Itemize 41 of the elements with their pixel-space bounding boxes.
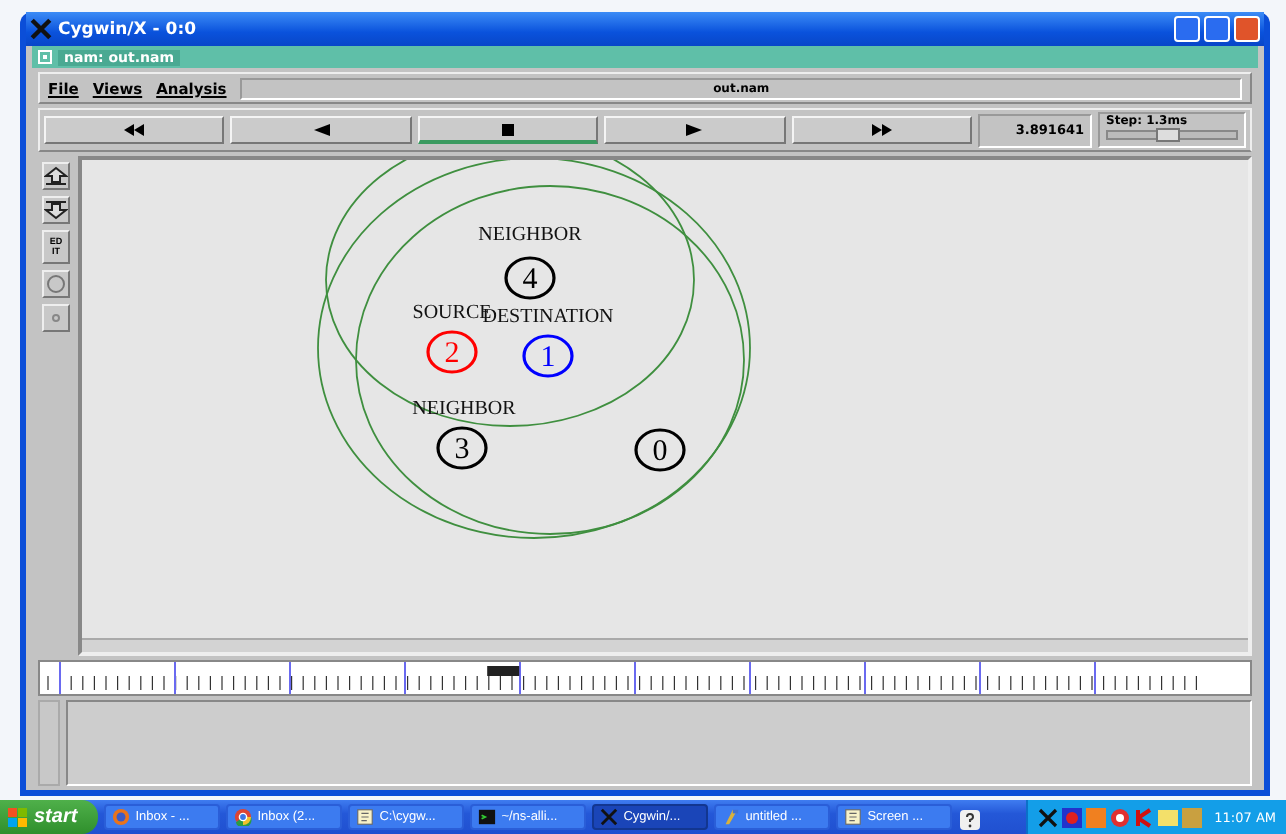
- play-icon: [684, 124, 705, 136]
- close-button[interactable]: [1234, 16, 1260, 42]
- fast-forward-button[interactable]: [791, 116, 973, 144]
- network-node[interactable]: 3: [436, 426, 488, 470]
- x-logo-icon: [599, 808, 618, 826]
- network-node[interactable]: 0: [634, 428, 686, 472]
- minimize-button[interactable]: [1174, 16, 1200, 42]
- help-button[interactable]: [957, 805, 982, 829]
- terminal-icon: [477, 808, 496, 826]
- scrollbar[interactable]: [82, 638, 1248, 652]
- question-icon: [959, 809, 980, 829]
- windows-flag-icon: [8, 807, 28, 827]
- notepad-icon: [355, 808, 374, 826]
- fast-forward-icon: [871, 124, 892, 136]
- step-slider[interactable]: [1106, 130, 1239, 140]
- window-title: Cygwin/X - 0:0: [58, 19, 197, 39]
- zoom-in-button[interactable]: [42, 162, 70, 190]
- back-button[interactable]: [230, 116, 412, 144]
- dot-tool-button[interactable]: [42, 304, 70, 332]
- circle-icon: [44, 274, 68, 294]
- network-node[interactable]: 1: [522, 334, 574, 378]
- stop-icon: [498, 123, 519, 135]
- node-label: NEIGHBOR: [478, 224, 582, 246]
- circle-tool-button[interactable]: [42, 270, 70, 298]
- maximize-button[interactable]: [1204, 16, 1230, 42]
- back-icon: [311, 124, 332, 136]
- stop-button[interactable]: [417, 116, 599, 144]
- rewind-button[interactable]: [44, 116, 225, 144]
- zoom-out-button[interactable]: [42, 196, 70, 224]
- play-button[interactable]: [604, 116, 786, 144]
- globe-icon: [111, 808, 130, 826]
- x-logo-icon: [30, 18, 52, 40]
- rewind-icon: [124, 124, 145, 136]
- brush-icon: [721, 808, 740, 826]
- notepad-icon: [843, 808, 862, 826]
- app-menu-icon[interactable]: [38, 50, 52, 64]
- browser-icon: [233, 808, 252, 826]
- network-node[interactable]: 4: [504, 256, 556, 300]
- scrollbar[interactable]: [38, 700, 60, 786]
- timeline-marker[interactable]: [487, 666, 520, 676]
- timeline-slider[interactable]: [38, 660, 1252, 696]
